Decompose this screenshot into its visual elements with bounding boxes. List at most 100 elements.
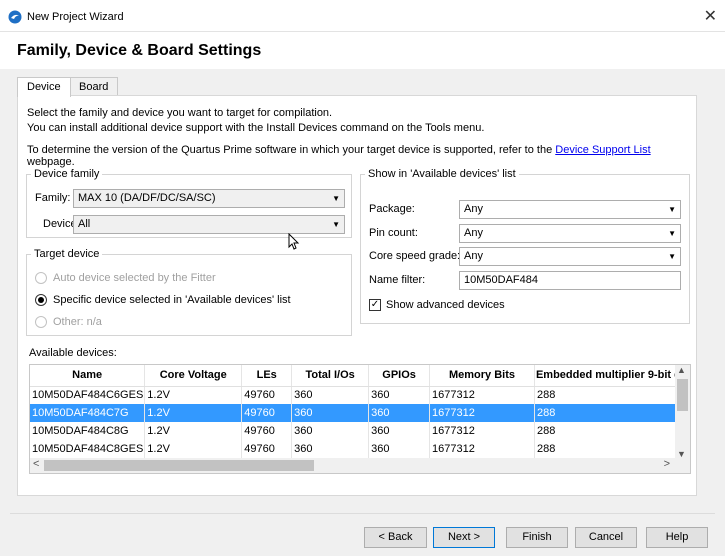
device-family-group-label: Device family (31, 168, 103, 180)
cell-total-ios: 360 (291, 386, 370, 404)
mouse-pointer-icon (288, 233, 300, 250)
support-prefix: To determine the version of the Quartus … (27, 144, 556, 156)
table-row[interactable]: 10M50DAF484C6GES 1.2V 49760 360 360 1677… (30, 386, 690, 404)
pin-count-select[interactable]: Any ▼ (459, 224, 681, 243)
device-value: All (78, 218, 91, 230)
column-header-gpios[interactable]: GPIOs (368, 365, 431, 387)
scroll-up-icon[interactable]: ▲ (677, 365, 686, 375)
device-support-list-link[interactable]: Device Support List (555, 144, 650, 156)
pin-count-value: Any (464, 227, 483, 239)
family-value: MAX 10 (DA/DF/DC/SA/SC) (78, 192, 216, 204)
other-device-radio[interactable]: Other: n/a (35, 316, 102, 328)
column-header-les[interactable]: LEs (241, 365, 293, 387)
table-header-row: Name Core Voltage LEs Total I/Os GPIOs M… (30, 365, 690, 387)
show-advanced-checkbox[interactable]: ✓ Show advanced devices (369, 299, 505, 311)
horizontal-scrollbar[interactable]: < > (30, 458, 690, 473)
intro-text: Select the family and device you want to… (27, 106, 484, 136)
title-bar: New Project Wizard ✕ (0, 0, 725, 32)
cell-name: 10M50DAF484C8G (30, 422, 146, 440)
tab-device[interactable]: Device (17, 77, 71, 97)
available-devices-label: Available devices: (29, 347, 117, 359)
column-header-memory-bits[interactable]: Memory Bits (429, 365, 535, 387)
radio-button[interactable] (35, 272, 47, 284)
chevron-down-icon: ▼ (668, 205, 676, 214)
cell-core-voltage: 1.2V (144, 386, 243, 404)
cell-memory-bits: 1677312 (429, 404, 535, 422)
package-select[interactable]: Any ▼ (459, 200, 681, 219)
cell-embedded-multiplier: 288 (534, 404, 690, 422)
column-header-total-ios[interactable]: Total I/Os (291, 365, 370, 387)
cell-total-ios: 360 (291, 422, 370, 440)
device-family-group: Device family Family: MAX 10 (DA/DF/DC/S… (26, 168, 352, 238)
name-filter-label: Name filter: (369, 274, 426, 286)
cell-memory-bits: 1677312 (429, 386, 535, 404)
close-icon[interactable]: ✕ (704, 6, 717, 26)
finish-button[interactable]: Finish (506, 527, 568, 548)
radio-button[interactable] (35, 316, 47, 328)
cell-core-voltage: 1.2V (144, 404, 243, 422)
cell-core-voltage: 1.2V (144, 440, 243, 458)
cell-memory-bits: 1677312 (429, 440, 535, 458)
radio-button[interactable] (35, 294, 47, 306)
auto-device-radio[interactable]: Auto device selected by the Fitter (35, 272, 216, 284)
show-advanced-label: Show advanced devices (386, 299, 505, 311)
footer-divider (10, 513, 715, 514)
intro-line-2: You can install additional device suppor… (27, 122, 485, 134)
support-suffix: webpage. (27, 156, 75, 168)
specific-device-label: Specific device selected in 'Available d… (53, 294, 291, 306)
cell-les: 49760 (241, 440, 293, 458)
available-devices-table[interactable]: Name Core Voltage LEs Total I/Os GPIOs M… (29, 364, 691, 474)
cell-les: 49760 (241, 422, 293, 440)
scroll-right-icon[interactable]: > (664, 458, 670, 470)
cell-memory-bits: 1677312 (429, 422, 535, 440)
back-button[interactable]: < Back (364, 527, 427, 548)
target-device-group-label: Target device (31, 248, 103, 260)
family-select[interactable]: MAX 10 (DA/DF/DC/SA/SC) ▼ (73, 189, 345, 208)
tab-board[interactable]: Board (69, 77, 119, 96)
help-button[interactable]: Help (646, 527, 708, 548)
page-title: Family, Device & Board Settings (17, 42, 262, 59)
scroll-left-icon[interactable]: < (33, 458, 39, 470)
next-button[interactable]: Next > (433, 527, 495, 548)
package-label: Package: (369, 203, 415, 215)
chevron-down-icon: ▼ (668, 252, 676, 261)
column-header-name[interactable]: Name (30, 365, 146, 387)
support-text: To determine the version of the Quartus … (27, 144, 696, 168)
window-title: New Project Wizard (27, 11, 124, 23)
cell-total-ios: 360 (291, 440, 370, 458)
cell-core-voltage: 1.2V (144, 422, 243, 440)
show-in-list-group: Show in 'Available devices' list Package… (360, 168, 690, 324)
package-value: Any (464, 203, 483, 215)
cell-embedded-multiplier: 288 (534, 422, 690, 440)
table-row[interactable]: 10M50DAF484C8GES 1.2V 49760 360 360 1677… (30, 440, 690, 458)
cell-embedded-multiplier: 288 (534, 386, 690, 404)
device-tab-panel: Select the family and device you want to… (17, 95, 697, 496)
column-header-core-voltage[interactable]: Core Voltage (144, 365, 243, 387)
vertical-scroll-thumb[interactable] (677, 379, 688, 411)
cell-gpios: 360 (368, 422, 431, 440)
other-device-label: Other: n/a (53, 316, 102, 328)
cell-gpios: 360 (368, 404, 431, 422)
specific-device-radio[interactable]: Specific device selected in 'Available d… (35, 294, 291, 306)
cell-gpios: 360 (368, 386, 431, 404)
wizard-header: Family, Device & Board Settings (0, 32, 725, 69)
table-row[interactable]: 10M50DAF484C8G 1.2V 49760 360 360 167731… (30, 422, 690, 440)
cancel-button[interactable]: Cancel (575, 527, 637, 548)
show-in-list-group-label: Show in 'Available devices' list (365, 168, 519, 180)
chevron-down-icon: ▼ (332, 194, 340, 203)
column-header-embedded-multiplier[interactable]: Embedded multiplier 9-bit el (534, 365, 690, 387)
target-device-group: Target device Auto device selected by th… (26, 248, 352, 336)
name-filter-input[interactable]: 10M50DAF484 (459, 271, 681, 290)
vertical-scrollbar[interactable]: ▲ ▼ (675, 365, 690, 459)
intro-line-1: Select the family and device you want to… (27, 107, 333, 119)
table-row-selected[interactable]: 10M50DAF484C7G 1.2V 49760 360 360 167731… (30, 404, 690, 422)
cell-les: 49760 (241, 404, 293, 422)
device-select[interactable]: All ▼ (73, 215, 345, 234)
family-label: Family: (35, 192, 71, 204)
speed-grade-select[interactable]: Any ▼ (459, 247, 681, 266)
cell-embedded-multiplier: 288 (534, 440, 690, 458)
cell-name: 10M50DAF484C7G (30, 404, 146, 422)
horizontal-scroll-thumb[interactable] (44, 460, 314, 471)
speed-grade-value: Any (464, 250, 483, 262)
checkbox-checked-icon[interactable]: ✓ (369, 299, 381, 311)
